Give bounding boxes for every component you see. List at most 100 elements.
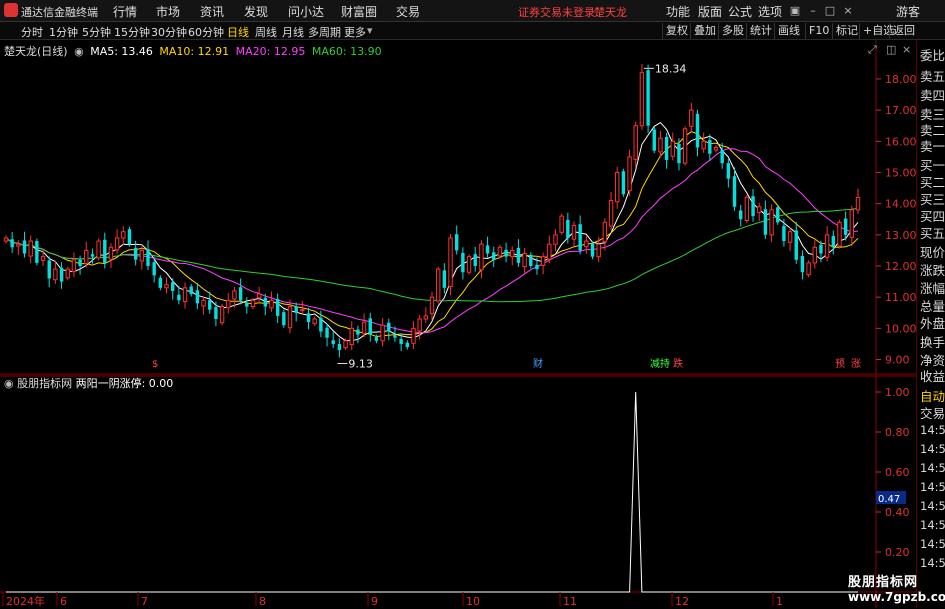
candle-body [658,137,663,153]
menu-news[interactable]: 资讯 [200,3,224,20]
menu-formula[interactable]: 公式 [728,3,752,20]
candle-body [540,256,546,266]
indicator-settings-icon[interactable]: ◉ [4,377,14,390]
trade-time: 14:56 [920,480,945,494]
candle-body [133,247,138,260]
candle-body [627,156,632,192]
period-daily[interactable]: 日线 [227,24,249,40]
date-label: 11 [563,595,577,608]
candle-body [442,270,447,288]
period-more[interactable]: 更多 [344,24,366,40]
period-multi[interactable]: 多周期 [308,24,341,40]
date-label: 10 [466,595,480,608]
watermark-url: www.7gpzb.com [848,590,945,604]
period-monthly[interactable]: 月线 [282,24,304,40]
quote-change: 涨跌 [920,263,945,278]
menu-layout[interactable]: 版面 [698,3,722,20]
trade-time: 14:56 [920,442,945,456]
menu-options[interactable]: 选项 [758,3,782,20]
price-tick-label: 16.00 [885,135,916,148]
candle-body [405,342,410,348]
ma10-label: MA10: 12.91 [159,45,230,58]
candle-body [263,297,268,307]
tool-statistics[interactable]: 统计 [746,23,775,39]
date-axis: 2024年 6 7 8 9 10 11 12 1 [2,592,783,608]
candle-body [497,246,503,257]
candle-body [84,249,89,265]
candle-body [170,282,175,291]
candle-body [713,147,719,151]
tool-multi-stock[interactable]: 多股 [718,23,747,39]
chevron-down-icon[interactable]: ▾ [367,24,373,37]
candle-body [256,293,262,299]
watermark-name: 股朋指标网 [848,575,919,590]
guest-label[interactable]: 游客 [896,3,920,20]
tool-mark[interactable]: 标记 [832,23,861,39]
resize-icon[interactable]: ⤢ [868,43,877,57]
candle-body [319,317,323,332]
skin-icon[interactable]: ▣ [787,3,803,18]
quote-turnover: 换手 [920,335,945,350]
menu-function[interactable]: 功能 [666,3,690,20]
tool-adjust[interactable]: 复权 [662,23,691,39]
quote-sell5: 卖五 [920,69,945,84]
candle-body [325,327,329,338]
candle-body [361,321,367,334]
menu-discover[interactable]: 发现 [244,3,268,20]
candle-body [146,249,150,266]
menu-market[interactable]: 市场 [156,3,180,20]
candle-body [466,256,472,273]
chart-close-icon[interactable]: × [902,43,911,56]
candle-body [448,237,453,288]
candle-body [800,256,805,273]
kline-chart[interactable]: 18.0017.0016.0015.0014.0013.0012.0011.00… [0,40,916,608]
tool-draw[interactable]: 画线 [774,23,803,39]
candle-body [479,243,484,271]
candle-body [843,218,848,235]
chart-settings-icon[interactable]: ◫ [886,43,896,56]
period-intraday[interactable]: 分时 [21,24,43,40]
login-notice[interactable]: 证券交易未登录 [518,4,595,20]
period-30min[interactable]: 30分钟 [151,24,187,40]
candle-body [553,234,558,245]
tool-f10[interactable]: F10 [805,23,832,39]
menu-quotes[interactable]: 行情 [113,3,137,20]
candle-body [300,309,305,312]
ma20-label: MA20: 12.95 [235,45,306,58]
candle-body [245,302,249,307]
candle-body [664,136,669,160]
menu-wealth-circle[interactable]: 财富圈 [341,3,377,20]
indicator-tick-label: 0.60 [885,466,910,479]
menu-ask-xiaoda[interactable]: 问小达 [288,3,324,20]
candle-body [349,327,354,346]
tool-back[interactable]: 返回 [889,23,918,39]
candle-body [374,337,379,341]
close-icon[interactable]: × [840,3,856,18]
maximize-icon[interactable]: □ [822,3,838,18]
period-1min[interactable]: 1分钟 [49,24,78,40]
candle-body [380,324,385,342]
indicator-legend: ◉ 股朋指标网 两阳一阴涨停: 0.00 [4,375,173,391]
candle-body [78,259,82,266]
settings-circle-icon[interactable]: ◉ [74,45,84,58]
period-60min[interactable]: 60分钟 [188,24,224,40]
period-15min[interactable]: 15分钟 [114,24,150,40]
candle-body [510,249,515,258]
tool-overlay[interactable]: 叠加 [690,23,719,39]
candle-body [294,306,298,313]
candle-body [652,129,656,151]
candle-body [275,299,280,316]
low-price-label: 9.13 [348,357,373,370]
quote-weibi: 委比 [920,48,945,63]
candle-body [226,299,231,309]
period-5min[interactable]: 5分钟 [82,24,111,40]
indicator-name[interactable]: 股朋指标网 [17,377,72,390]
period-weekly[interactable]: 周线 [255,24,277,40]
candle-body [757,206,762,213]
menu-trade[interactable]: 交易 [396,3,420,20]
candle-body [238,287,243,301]
trade-time: 14:56 [920,556,945,570]
trade-label[interactable]: 交易 [920,403,945,422]
minimize-icon[interactable]: – [805,3,821,18]
candle-body [158,277,163,288]
